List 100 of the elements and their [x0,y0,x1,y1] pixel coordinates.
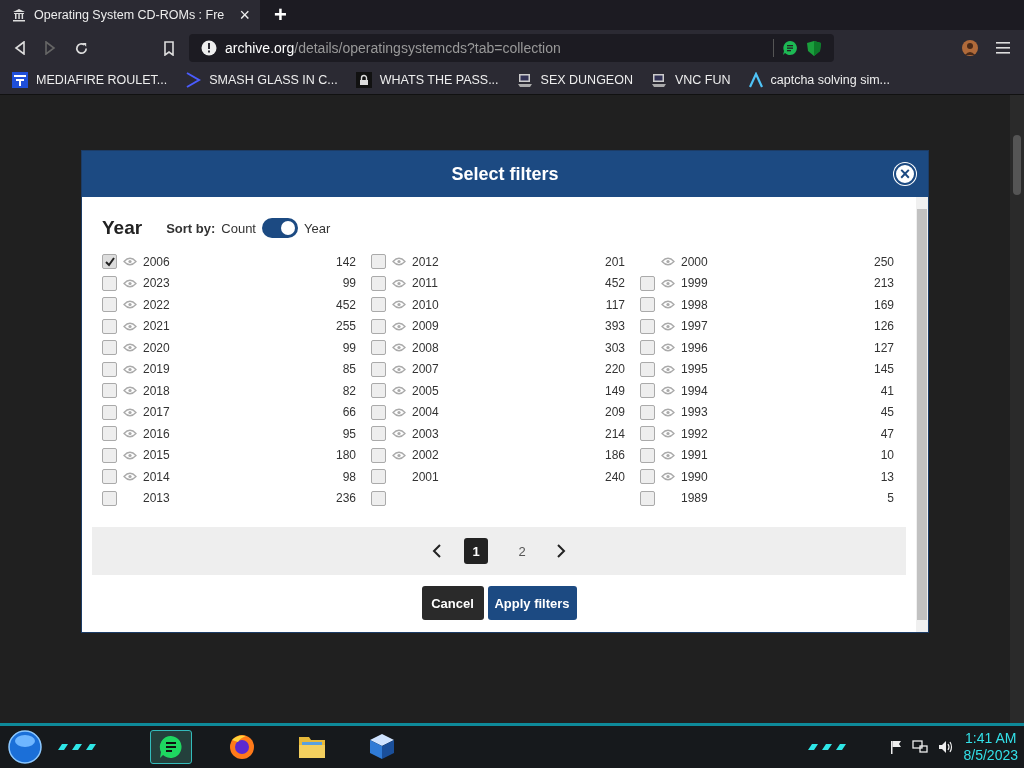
checkbox[interactable] [640,340,655,356]
checkbox[interactable] [640,447,655,463]
eye-icon[interactable] [123,257,137,267]
checkbox[interactable] [102,361,117,377]
page-button[interactable]: 1 [464,538,488,564]
checkbox[interactable] [371,469,386,485]
checkbox[interactable] [102,340,117,356]
eye-icon[interactable] [661,343,675,353]
eye-icon[interactable] [123,429,137,439]
checkbox[interactable] [102,469,117,485]
checkbox[interactable] [102,447,117,463]
eye-icon[interactable] [661,386,675,396]
eye-icon[interactable] [392,257,406,267]
checkbox[interactable] [371,404,386,420]
browser-tab[interactable]: Operating System CD-ROMs : Fre × [0,0,260,30]
checkbox[interactable] [640,275,655,291]
checkbox[interactable] [371,318,386,334]
reload-icon[interactable] [74,40,89,56]
eye-icon[interactable] [661,321,675,331]
checkbox[interactable] [371,447,386,463]
eye-icon[interactable] [661,364,675,374]
checkbox[interactable] [102,254,117,270]
eye-icon[interactable] [123,343,137,353]
bookmark-item[interactable]: VNC FUN [650,72,731,88]
forward-icon[interactable] [44,41,56,55]
next-page-icon[interactable] [556,544,566,558]
checkbox[interactable] [640,490,655,506]
eye-icon[interactable] [661,278,675,288]
dialog-scrollbar[interactable] [916,197,928,632]
cancel-button[interactable]: Cancel [421,586,484,620]
checkbox[interactable] [640,426,655,442]
bookmark-item[interactable]: SEX DUNGEON [516,72,633,88]
bookmark-item[interactable]: captcha solving sim... [748,72,891,88]
checkbox[interactable] [640,297,655,313]
eye-icon[interactable] [123,407,137,417]
eye-icon[interactable] [123,450,137,460]
checkbox[interactable] [102,297,117,313]
eye-icon[interactable] [661,472,675,482]
clock-time[interactable]: 1:41 AM [965,730,1017,747]
eye-icon[interactable] [123,386,137,396]
eye-icon[interactable] [123,278,137,288]
bookmark-item[interactable]: MEDIAFIRE ROULET... [12,72,168,88]
close-button[interactable]: × [894,163,916,185]
eye-icon[interactable] [661,257,675,267]
eye-icon[interactable] [392,386,406,396]
checkbox[interactable] [640,361,655,377]
eye-icon[interactable] [123,321,137,331]
page-scrollbar[interactable] [1010,95,1024,723]
bookmark-item[interactable]: SMASH GLASS IN C... [185,72,338,88]
checkbox[interactable] [371,490,386,506]
back-icon[interactable] [14,41,26,55]
eye-icon[interactable] [392,364,406,374]
checkbox[interactable] [640,469,655,485]
eye-icon[interactable] [123,472,137,482]
apply-filters-button[interactable]: Apply filters [487,586,577,620]
start-orb-icon[interactable] [8,730,42,764]
checkbox[interactable] [102,426,117,442]
previous-page-icon[interactable] [432,544,442,558]
menu-icon[interactable] [996,42,1010,54]
checkbox[interactable] [102,275,117,291]
checkbox[interactable] [371,275,386,291]
eye-icon[interactable] [661,429,675,439]
chat-extension-icon[interactable] [782,40,798,56]
checkbox[interactable] [102,318,117,334]
eye-icon[interactable] [661,407,675,417]
sort-toggle[interactable] [262,218,298,238]
eye-icon[interactable] [392,300,406,310]
shield-icon[interactable] [806,39,822,57]
new-tab-button[interactable]: + [274,2,287,28]
address-bar[interactable]: archive.org/details/operatingsystemcds?tab=collection [189,34,834,62]
eye-icon[interactable] [392,450,406,460]
eye-icon[interactable] [392,429,406,439]
checkbox[interactable] [371,383,386,399]
clock-date[interactable]: 8/5/2023 [963,747,1018,764]
eye-icon[interactable] [392,407,406,417]
checkbox[interactable] [371,361,386,377]
close-tab-button[interactable]: × [239,4,250,26]
checkbox[interactable] [102,490,117,506]
checkbox[interactable] [102,383,117,399]
checkbox[interactable] [371,340,386,356]
page-button[interactable]: 2 [510,538,534,564]
bookmark-item[interactable]: WHATS THE PASS... [355,72,499,88]
checkbox[interactable] [371,254,386,270]
eye-icon[interactable] [123,364,137,374]
speaker-icon[interactable] [937,740,954,754]
eye-icon[interactable] [392,343,406,353]
bookmark-icon[interactable] [163,40,175,56]
checkbox[interactable] [640,318,655,334]
eye-icon[interactable] [661,300,675,310]
eye-icon[interactable] [392,278,406,288]
eye-icon[interactable] [661,450,675,460]
eye-icon[interactable] [123,300,137,310]
checkbox[interactable] [371,297,386,313]
checkbox[interactable] [102,404,117,420]
flag-icon[interactable] [889,740,902,754]
checkbox[interactable] [371,426,386,442]
checkbox[interactable] [640,404,655,420]
taskbar-app[interactable] [150,730,192,764]
eye-icon[interactable] [392,321,406,331]
network-icon[interactable] [911,740,928,754]
